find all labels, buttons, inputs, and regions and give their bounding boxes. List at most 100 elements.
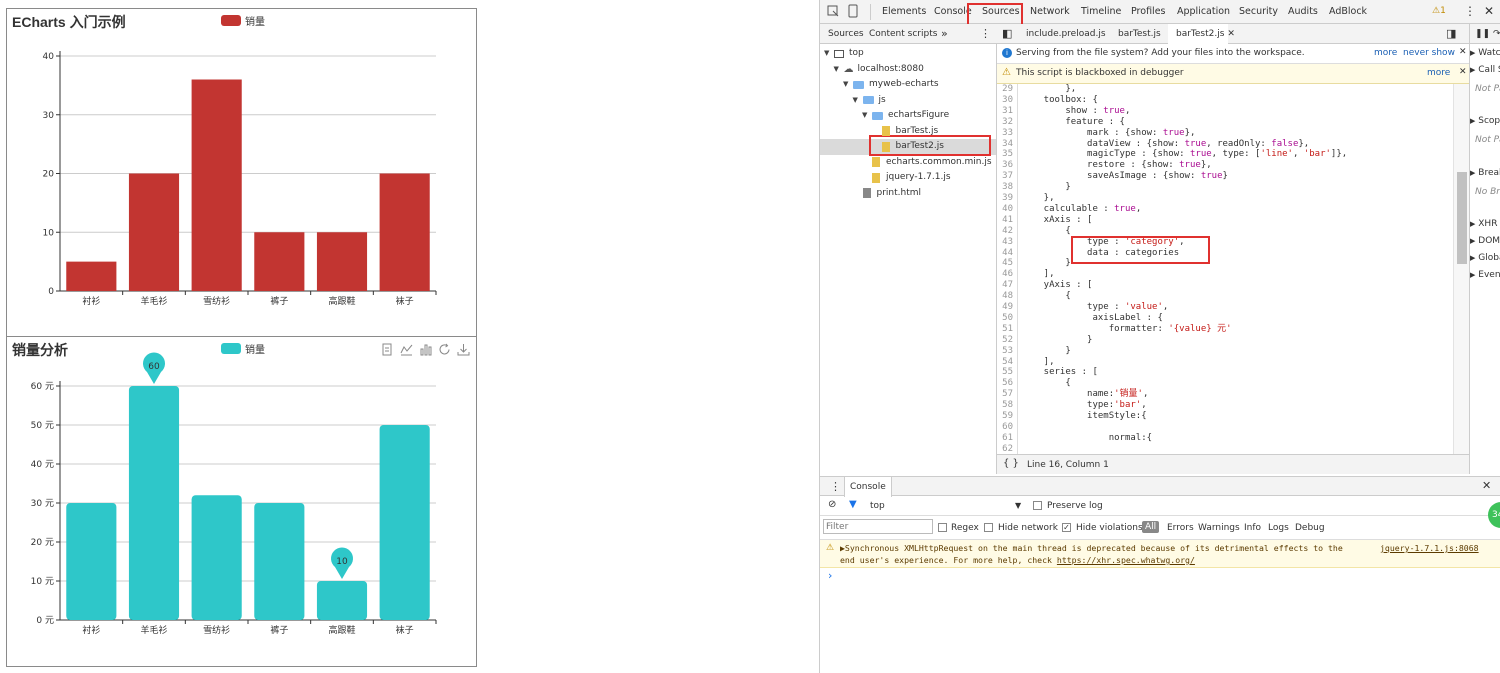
bar[interactable] [66, 503, 117, 620]
pause-button[interactable]: ❚❚ ↷ [1470, 24, 1500, 44]
debugger-section-header[interactable]: ▶ Breakpoints [1470, 168, 1500, 178]
line-number[interactable]: 50 [996, 312, 1018, 324]
tree-item[interactable]: barTest.js [872, 124, 938, 139]
line-number[interactable]: 31 [996, 105, 1018, 117]
warning-count[interactable]: ⚠1 [1432, 6, 1446, 16]
line-number[interactable]: 44 [996, 247, 1018, 259]
hide-violations-checkbox[interactable]: ✓ [1062, 523, 1071, 532]
more-menu-icon[interactable]: ⋮ [1464, 4, 1476, 18]
data-view-icon[interactable] [381, 343, 394, 356]
clear-console-icon[interactable]: ⊘ [828, 499, 836, 510]
line-number[interactable]: 60 [996, 421, 1018, 433]
level-warnings[interactable]: Warnings [1198, 523, 1240, 533]
info-never-show-link[interactable]: never show [1403, 48, 1455, 58]
debugger-section-header[interactable]: ▶ Watch [1470, 48, 1500, 58]
restore-icon[interactable] [438, 343, 451, 356]
line-number[interactable]: 40 [996, 203, 1018, 215]
tab-audits[interactable]: Audits [1288, 0, 1318, 24]
tab-security[interactable]: Security [1239, 0, 1278, 24]
navigator-menu-icon[interactable]: ⋮ [980, 24, 991, 44]
bar[interactable] [66, 261, 117, 291]
more-tabs-icon[interactable]: » [941, 24, 948, 44]
line-number[interactable]: 62 [996, 443, 1018, 454]
expand-arrow-icon[interactable]: ▼ [824, 46, 834, 61]
tab-network[interactable]: Network [1030, 0, 1070, 24]
line-number[interactable]: 42 [996, 225, 1018, 237]
debugger-section-header[interactable]: ▶ Global [1470, 253, 1500, 263]
line-number[interactable]: 45 [996, 258, 1018, 270]
bar[interactable] [316, 232, 368, 291]
line-number[interactable]: 36 [996, 160, 1018, 172]
level-debug[interactable]: Debug [1295, 523, 1325, 533]
scrollbar-thumb[interactable] [1457, 172, 1467, 264]
line-number[interactable]: 57 [996, 389, 1018, 401]
info-more-link[interactable]: more [1374, 48, 1397, 58]
debugger-section-header[interactable]: ▶ Scope [1470, 116, 1500, 126]
tree-item[interactable]: ▼ myweb-echarts [843, 77, 939, 92]
tab-nav-sources[interactable]: Sources [828, 24, 864, 44]
drawer-menu-icon[interactable]: ⋮ [830, 480, 841, 493]
tab-adblock[interactable]: AdBlock [1329, 0, 1367, 24]
line-number[interactable]: 33 [996, 127, 1018, 139]
regex-checkbox[interactable] [938, 523, 947, 532]
line-number[interactable]: 47 [996, 280, 1018, 292]
bar[interactable] [379, 425, 430, 620]
tree-item[interactable]: ▼ echartsFigure [862, 108, 949, 123]
save-icon[interactable] [457, 343, 470, 356]
line-number[interactable]: 58 [996, 400, 1018, 411]
console-prompt[interactable]: › [828, 569, 832, 582]
tree-item[interactable]: echarts.common.min.js [862, 155, 992, 170]
line-number[interactable]: 53 [996, 345, 1018, 357]
bar-chart-icon[interactable] [419, 343, 432, 356]
line-number[interactable]: 54 [996, 356, 1018, 368]
expand-arrow-icon[interactable]: ▼ [862, 108, 872, 123]
bar[interactable] [316, 581, 368, 620]
warning-source-link[interactable]: jquery-1.7.1.js:8068 [1380, 543, 1479, 553]
line-number[interactable]: 48 [996, 291, 1018, 302]
debugger-section-header[interactable]: ▶ Event [1470, 270, 1500, 280]
warning-help-link[interactable]: https://xhr.spec.whatwg.org/ [1057, 555, 1195, 565]
level-info[interactable]: Info [1244, 523, 1261, 533]
toggle-debugger-icon[interactable]: ◨ [1446, 24, 1456, 44]
bar[interactable] [191, 79, 242, 292]
tree-item[interactable]: barTest2.js [872, 139, 944, 154]
tab-elements[interactable]: Elements [882, 0, 926, 24]
close-info-icon[interactable]: ✕ [1459, 47, 1467, 57]
console-filter-input[interactable] [823, 519, 933, 534]
expand-arrow-icon[interactable]: ▼ [843, 77, 853, 92]
line-number[interactable]: 46 [996, 269, 1018, 281]
line-number[interactable]: 52 [996, 334, 1018, 346]
device-mode-icon[interactable] [847, 4, 859, 18]
level-logs[interactable]: Logs [1268, 523, 1289, 533]
debugger-section-header[interactable]: ▶ Call Stack [1470, 65, 1500, 75]
line-number[interactable]: 29 [996, 84, 1018, 95]
tab-application[interactable]: Application [1177, 0, 1230, 24]
close-tab-icon[interactable]: ✕ [1227, 29, 1235, 39]
line-number[interactable]: 56 [996, 378, 1018, 390]
bar[interactable] [254, 503, 305, 620]
line-number[interactable]: 39 [996, 193, 1018, 204]
tab-timeline[interactable]: Timeline [1081, 0, 1121, 24]
format-icon[interactable]: { } [1003, 458, 1019, 469]
line-number[interactable]: 41 [996, 214, 1018, 226]
line-number[interactable]: 43 [996, 236, 1018, 248]
context-select[interactable]: top [870, 501, 885, 511]
tab-content-scripts[interactable]: Content scripts [869, 24, 937, 44]
inspect-element-icon[interactable] [827, 5, 839, 18]
line-chart-icon[interactable] [400, 343, 413, 356]
expand-arrow-icon[interactable]: ▼ [853, 93, 863, 108]
close-devtools-icon[interactable]: ✕ [1484, 4, 1494, 18]
file-tab-bartest2[interactable]: barTest2.js ✕ [1168, 24, 1235, 44]
bar[interactable] [128, 173, 180, 292]
line-number[interactable]: 37 [996, 171, 1018, 183]
chart-legend[interactable]: 销量 [221, 341, 265, 356]
tree-item[interactable]: ▼ ☁ localhost:8080 [834, 62, 924, 77]
preserve-log-checkbox[interactable] [1033, 501, 1042, 510]
line-number[interactable]: 49 [996, 302, 1018, 313]
code-editor[interactable]: 29 }, 30 toolbox: {31 show : true, 32 feat… [996, 84, 1453, 454]
tab-profiles[interactable]: Profiles [1131, 0, 1166, 24]
line-number[interactable]: 61 [996, 432, 1018, 444]
tree-item[interactable]: ▼ top [824, 46, 864, 61]
file-tab-include-preload[interactable]: include.preload.js [1026, 24, 1106, 44]
warning-more-link[interactable]: more [1427, 68, 1450, 78]
